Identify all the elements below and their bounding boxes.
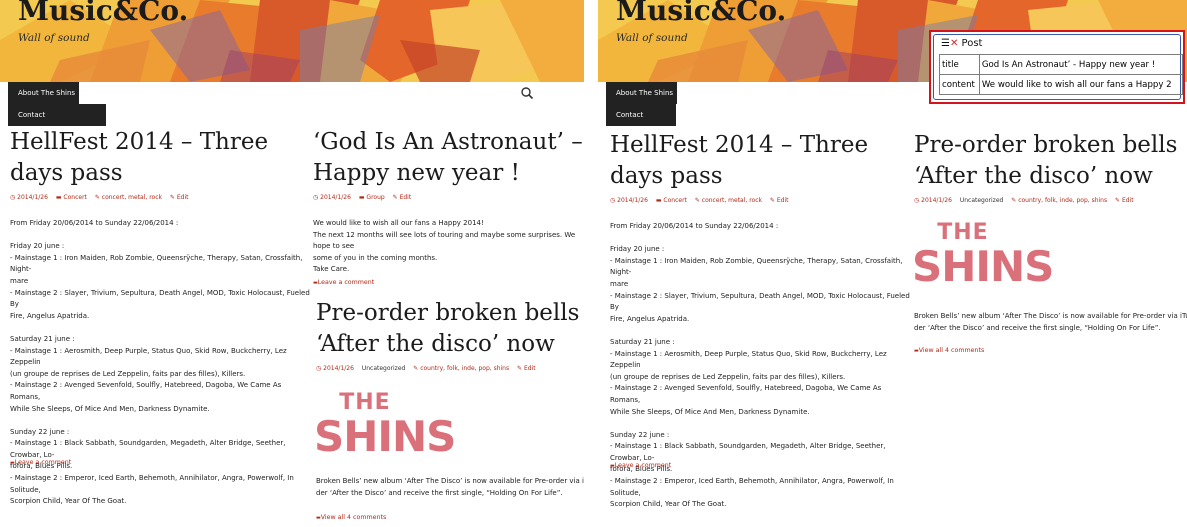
post-edit-label: Edit: [776, 197, 789, 204]
post-edit-link[interactable]: ✎ Edit: [393, 194, 412, 201]
nav-item-about[interactable]: About The Shins: [8, 82, 79, 104]
post-title-line: Pre-order broken bells: [914, 132, 1178, 158]
leave-comment-link[interactable]: Leave a comment: [10, 459, 72, 466]
the-shins-logo: THE SHINS: [912, 220, 1054, 292]
post-date-value: 2014/1/26: [617, 197, 648, 204]
debug-key: title: [939, 54, 980, 75]
logo-the: THE: [339, 390, 391, 415]
leave-comment-link[interactable]: Leave a comment: [610, 462, 672, 469]
post-tags[interactable]: ✎ concert, metal, rock: [95, 194, 162, 201]
nav-item-contact[interactable]: Contact: [8, 104, 106, 126]
post-title-line: HellFest 2014 – Three: [10, 129, 269, 155]
debug-header: ☰✕ Post: [941, 38, 982, 49]
logo-shins: SHINS: [912, 242, 1054, 291]
post-edit-link[interactable]: ✎ Edit: [517, 365, 536, 372]
post-category[interactable]: ▬ Concert: [656, 197, 687, 204]
post-title-line: Pre-order broken bells: [316, 300, 580, 326]
post-title-line: days pass: [610, 163, 723, 189]
post-edit-label: Edit: [523, 365, 536, 372]
post-category[interactable]: Uncategorized: [362, 365, 405, 372]
post-title-line: days pass: [10, 160, 123, 186]
post-edit-label: Edit: [176, 194, 189, 201]
post-date[interactable]: ◷ 2014/1/26: [610, 197, 648, 204]
debug-row: content We would like to wish all our fa…: [939, 74, 1184, 95]
post-tags[interactable]: ✎ country, folk, inde, pop, shins: [1011, 197, 1107, 204]
post-title-hellfest[interactable]: HellFest 2014 – Three days pass: [10, 127, 268, 189]
site-title[interactable]: Music&Co.: [18, 0, 188, 27]
post-category-value: Concert: [663, 197, 687, 204]
post-type-icon: ☰: [941, 38, 950, 49]
site-description: Wall of sound: [616, 32, 688, 44]
post-meta-astronaut: ◷ 2014/1/26 ▬ Group ✎ Edit: [313, 194, 417, 201]
post-category-value: Concert: [63, 194, 87, 201]
post-edit-link[interactable]: ✎ Edit: [770, 197, 789, 204]
logo-shins: SHINS: [314, 412, 456, 461]
post-category-value: Uncategorized: [361, 365, 406, 372]
post-meta-hellfest: ◷ 2014/1/26 ▬ Concert ✎ concert, metal, …: [610, 197, 794, 204]
post-date[interactable]: ◷ 2014/1/26: [10, 194, 48, 201]
screenshot-left: Music&Co. Wall of sound About The Shins …: [0, 0, 584, 527]
site-title[interactable]: Music&Co.: [616, 0, 786, 27]
post-meta-brokenbells: ◷ 2014/1/26 Uncategorized ✎ country, fol…: [914, 197, 1140, 204]
post-tags-value: concert, metal, rock: [701, 197, 762, 204]
main-navigation: About The Shins Contact: [0, 82, 584, 126]
view-comments-link[interactable]: View all 4 comments: [914, 347, 985, 354]
leave-comment-link[interactable]: Leave a comment: [313, 279, 375, 286]
post-date-value: 2014/1/26: [320, 194, 351, 201]
post-date[interactable]: ◷ 2014/1/26: [316, 365, 354, 372]
post-body-astronaut: We would like to wish all our fans a Hap…: [313, 219, 576, 274]
post-date-value: 2014/1/26: [17, 194, 48, 201]
debug-value: We would like to wish all our fans a Hap…: [978, 74, 1184, 95]
post-category[interactable]: ▬ Group: [359, 194, 385, 201]
debug-header-label: Post: [961, 38, 983, 49]
post-title-line: Happy new year !: [313, 160, 520, 186]
nav-item-about[interactable]: About The Shins: [606, 82, 677, 104]
post-category[interactable]: ▬ Concert: [56, 194, 87, 201]
logo-the: THE: [937, 220, 989, 245]
nav-item-contact[interactable]: Contact: [606, 104, 676, 126]
post-date[interactable]: ◷ 2014/1/26: [914, 197, 952, 204]
post-meta-brokenbells: ◷ 2014/1/26 Uncategorized ✎ country, fol…: [316, 365, 542, 372]
post-date-value: 2014/1/26: [921, 197, 952, 204]
site-header: Music&Co. Wall of sound: [0, 0, 584, 82]
post-title-hellfest[interactable]: HellFest 2014 – Three days pass: [610, 130, 868, 192]
post-title-line: HellFest 2014 – Three: [610, 132, 869, 158]
post-title-brokenbells[interactable]: Pre-order broken bells ‘After the disco’…: [914, 130, 1177, 192]
post-tags-value: country, folk, inde, pop, shins: [420, 365, 510, 372]
post-edit-link[interactable]: ✎ Edit: [1115, 197, 1134, 204]
post-tags-value: country, folk, inde, pop, shins: [1018, 197, 1108, 204]
view-comments-link[interactable]: View all 4 comments: [316, 514, 387, 521]
screenshot-separator: [584, 0, 598, 527]
post-tags[interactable]: ✎ country, folk, inde, pop, shins: [413, 365, 509, 372]
post-title-line: ‘After the disco’ now: [316, 331, 555, 357]
post-edit-label: Edit: [399, 194, 412, 201]
post-category-value: Group: [366, 194, 385, 201]
debug-key: content: [939, 74, 980, 95]
debug-row: title God Is An Astronaut’ - Happy new y…: [939, 54, 1184, 75]
post-body-brokenbells: Broken Bells’ new album ‘After The Disco…: [914, 312, 1187, 332]
close-icon[interactable]: ✕: [950, 38, 958, 49]
debug-post-overlay: ☰✕ Post title God Is An Astronaut’ - Hap…: [929, 30, 1185, 104]
post-title-astronaut[interactable]: ‘God Is An Astronaut’ – Happy new year !: [313, 127, 583, 189]
search-icon[interactable]: [520, 86, 534, 100]
post-title-line: ‘After the disco’ now: [914, 163, 1153, 189]
post-tags-value: concert, metal, rock: [101, 194, 162, 201]
post-body-brokenbells: Broken Bells’ new album ‘After The Disco…: [316, 477, 584, 497]
debug-table: title God Is An Astronaut’ - Happy new y…: [939, 54, 1184, 95]
post-category[interactable]: Uncategorized: [960, 197, 1003, 204]
post-date[interactable]: ◷ 2014/1/26: [313, 194, 351, 201]
post-tags[interactable]: ✎ concert, metal, rock: [695, 197, 762, 204]
post-title-brokenbells[interactable]: Pre-order broken bells ‘After the disco’…: [316, 298, 579, 360]
the-shins-logo: THE SHINS: [314, 390, 456, 462]
post-date-value: 2014/1/26: [323, 365, 354, 372]
site-description: Wall of sound: [18, 32, 90, 44]
post-meta-hellfest: ◷ 2014/1/26 ▬ Concert ✎ concert, metal, …: [10, 194, 194, 201]
post-title-line: ‘God Is An Astronaut’ –: [313, 129, 583, 155]
post-category-value: Uncategorized: [959, 197, 1004, 204]
post-edit-label: Edit: [1121, 197, 1134, 204]
debug-value: God Is An Astronaut’ - Happy new year !: [978, 54, 1184, 75]
post-edit-link[interactable]: ✎ Edit: [170, 194, 189, 201]
